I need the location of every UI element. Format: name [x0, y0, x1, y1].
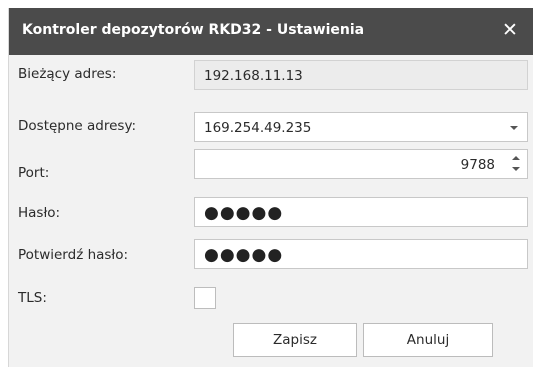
current-address-value: 192.168.11.13: [204, 68, 303, 84]
confirm-password-label: Potwierdź hasło:: [18, 247, 129, 263]
current-address-label: Bieżący adres:: [18, 66, 117, 82]
password-field[interactable]: ●●●●●: [194, 197, 528, 227]
tls-checkbox[interactable]: [194, 287, 216, 309]
password-masked-value: ●●●●●: [204, 203, 284, 223]
cancel-button[interactable]: Anuluj: [363, 323, 493, 357]
port-label: Port:: [18, 165, 50, 181]
settings-dialog: Kontroler depozytorów RKD32 - Ustawienia…: [8, 8, 533, 367]
confirm-password-masked-value: ●●●●●: [204, 245, 284, 265]
available-addresses-dropdown[interactable]: 169.254.49.235: [194, 112, 528, 142]
spin-up-icon[interactable]: [512, 156, 520, 160]
port-value: 9788: [460, 157, 495, 173]
current-address-field: 192.168.11.13: [194, 60, 528, 90]
chevron-down-icon[interactable]: [510, 126, 518, 130]
spin-down-icon[interactable]: [512, 167, 520, 171]
available-addresses-label: Dostępne adresy:: [18, 118, 136, 134]
confirm-password-field[interactable]: ●●●●●: [194, 239, 528, 269]
dialog-title: Kontroler depozytorów RKD32 - Ustawienia: [22, 22, 365, 38]
close-icon[interactable]: ✕: [500, 19, 520, 41]
available-addresses-value: 169.254.49.235: [204, 120, 312, 136]
dialog-titlebar: Kontroler depozytorów RKD32 - Ustawienia…: [9, 8, 533, 55]
port-stepper[interactable]: 9788: [194, 149, 528, 179]
tls-label: TLS:: [18, 290, 47, 306]
save-button[interactable]: Zapisz: [233, 323, 357, 357]
password-label: Hasło:: [18, 205, 61, 221]
spin-updown-icon[interactable]: [511, 155, 521, 173]
